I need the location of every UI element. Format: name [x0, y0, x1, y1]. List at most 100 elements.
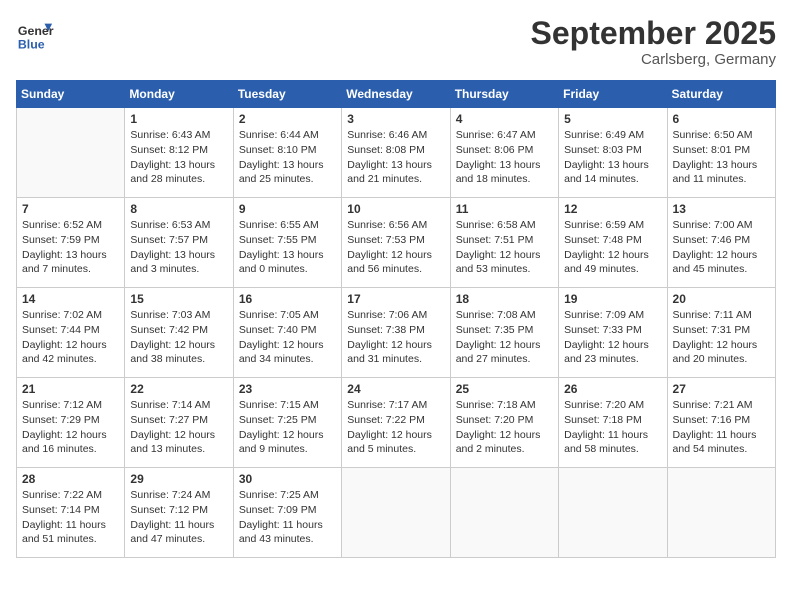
- col-friday: Friday: [559, 81, 667, 108]
- col-wednesday: Wednesday: [342, 81, 450, 108]
- week-row-5: 28 Sunrise: 7:22 AM Sunset: 7:14 PM Dayli…: [17, 468, 776, 558]
- week-row-1: 1 Sunrise: 6:43 AM Sunset: 8:12 PM Daylig…: [17, 108, 776, 198]
- day-number: 17: [347, 292, 444, 306]
- day-number: 27: [673, 382, 770, 396]
- calendar-cell-w1-d2: 2 Sunrise: 6:44 AM Sunset: 8:10 PM Daylig…: [233, 108, 341, 198]
- col-sunday: Sunday: [17, 81, 125, 108]
- calendar-cell-w4-d0: 21Sunrise: 7:12 AM Sunset: 7:29 PM Dayli…: [17, 378, 125, 468]
- day-number: 11: [456, 202, 553, 216]
- day-info: Sunrise: 6:47 AM Sunset: 8:06 PM Dayligh…: [456, 128, 553, 187]
- day-info: Sunrise: 7:24 AM Sunset: 7:12 PM Dayligh…: [130, 488, 227, 547]
- day-number: 1: [130, 112, 227, 126]
- calendar-cell-w2-d3: 10 Sunrise: 6:56 AM Sunset: 7:53 PM Dayli…: [342, 198, 450, 288]
- day-number: 16: [239, 292, 336, 306]
- calendar-cell-w4-d5: 26 Sunrise: 7:20 AM Sunset: 7:18 PM Dayli…: [559, 378, 667, 468]
- calendar-cell-w1-d4: 4 Sunrise: 6:47 AM Sunset: 8:06 PM Daylig…: [450, 108, 558, 198]
- calendar-cell-w3-d2: 16 Sunrise: 7:05 AM Sunset: 7:40 PM Dayli…: [233, 288, 341, 378]
- calendar-cell-w3-d5: 19 Sunrise: 7:09 AM Sunset: 7:33 PM Dayli…: [559, 288, 667, 378]
- day-info: Sunrise: 6:44 AM Sunset: 8:10 PM Dayligh…: [239, 128, 336, 187]
- calendar-cell-w2-d1: 8 Sunrise: 6:53 AM Sunset: 7:57 PM Daylig…: [125, 198, 233, 288]
- day-number: 8: [130, 202, 227, 216]
- month-title: September 2025: [531, 16, 776, 51]
- day-number: 14: [22, 292, 119, 306]
- day-info: Sunrise: 7:15 AM Sunset: 7:25 PM Dayligh…: [239, 398, 336, 457]
- day-info: Sunrise: 7:14 AM Sunset: 7:27 PM Dayligh…: [130, 398, 227, 457]
- day-number: 3: [347, 112, 444, 126]
- day-number: 22: [130, 382, 227, 396]
- calendar-cell-w2-d5: 12Sunrise: 6:59 AM Sunset: 7:48 PM Dayli…: [559, 198, 667, 288]
- day-number: 4: [456, 112, 553, 126]
- calendar-cell-w5-d3: [342, 468, 450, 558]
- day-info: Sunrise: 6:49 AM Sunset: 8:03 PM Dayligh…: [564, 128, 661, 187]
- day-info: Sunrise: 6:56 AM Sunset: 7:53 PM Dayligh…: [347, 218, 444, 277]
- day-number: 13: [673, 202, 770, 216]
- calendar-cell-w4-d4: 25Sunrise: 7:18 AM Sunset: 7:20 PM Dayli…: [450, 378, 558, 468]
- day-number: 9: [239, 202, 336, 216]
- day-number: 6: [673, 112, 770, 126]
- day-number: 30: [239, 472, 336, 486]
- calendar-cell-w3-d6: 20Sunrise: 7:11 AM Sunset: 7:31 PM Dayli…: [667, 288, 775, 378]
- day-info: Sunrise: 7:25 AM Sunset: 7:09 PM Dayligh…: [239, 488, 336, 547]
- day-number: 28: [22, 472, 119, 486]
- col-tuesday: Tuesday: [233, 81, 341, 108]
- calendar-cell-w5-d1: 29 Sunrise: 7:24 AM Sunset: 7:12 PM Dayli…: [125, 468, 233, 558]
- day-info: Sunrise: 7:21 AM Sunset: 7:16 PM Dayligh…: [673, 398, 770, 457]
- week-row-4: 21Sunrise: 7:12 AM Sunset: 7:29 PM Dayli…: [17, 378, 776, 468]
- calendar-header-row: Sunday Monday Tuesday Wednesday Thursday…: [17, 81, 776, 108]
- logo: General Blue: [16, 16, 58, 54]
- day-info: Sunrise: 6:52 AM Sunset: 7:59 PM Dayligh…: [22, 218, 119, 277]
- day-number: 7: [22, 202, 119, 216]
- calendar-cell-w2-d6: 13 Sunrise: 7:00 AM Sunset: 7:46 PM Dayli…: [667, 198, 775, 288]
- calendar-cell-w1-d5: 5 Sunrise: 6:49 AM Sunset: 8:03 PM Daylig…: [559, 108, 667, 198]
- day-info: Sunrise: 6:55 AM Sunset: 7:55 PM Dayligh…: [239, 218, 336, 277]
- calendar-cell-w2-d2: 9 Sunrise: 6:55 AM Sunset: 7:55 PM Daylig…: [233, 198, 341, 288]
- calendar-table: Sunday Monday Tuesday Wednesday Thursday…: [16, 80, 776, 558]
- week-row-2: 7 Sunrise: 6:52 AM Sunset: 7:59 PM Daylig…: [17, 198, 776, 288]
- day-info: Sunrise: 7:02 AM Sunset: 7:44 PM Dayligh…: [22, 308, 119, 367]
- calendar-cell-w2-d0: 7 Sunrise: 6:52 AM Sunset: 7:59 PM Daylig…: [17, 198, 125, 288]
- calendar-cell-w1-d6: 6Sunrise: 6:50 AM Sunset: 8:01 PM Daylig…: [667, 108, 775, 198]
- day-number: 24: [347, 382, 444, 396]
- calendar-cell-w4-d1: 22 Sunrise: 7:14 AM Sunset: 7:27 PM Dayli…: [125, 378, 233, 468]
- day-number: 5: [564, 112, 661, 126]
- day-info: Sunrise: 7:20 AM Sunset: 7:18 PM Dayligh…: [564, 398, 661, 457]
- day-info: Sunrise: 6:53 AM Sunset: 7:57 PM Dayligh…: [130, 218, 227, 277]
- calendar-cell-w5-d6: [667, 468, 775, 558]
- day-info: Sunrise: 7:06 AM Sunset: 7:38 PM Dayligh…: [347, 308, 444, 367]
- day-info: Sunrise: 6:59 AM Sunset: 7:48 PM Dayligh…: [564, 218, 661, 277]
- day-info: Sunrise: 7:09 AM Sunset: 7:33 PM Dayligh…: [564, 308, 661, 367]
- day-number: 10: [347, 202, 444, 216]
- day-number: 18: [456, 292, 553, 306]
- day-number: 25: [456, 382, 553, 396]
- day-info: Sunrise: 7:00 AM Sunset: 7:46 PM Dayligh…: [673, 218, 770, 277]
- day-info: Sunrise: 7:05 AM Sunset: 7:40 PM Dayligh…: [239, 308, 336, 367]
- col-thursday: Thursday: [450, 81, 558, 108]
- calendar-cell-w4-d3: 24Sunrise: 7:17 AM Sunset: 7:22 PM Dayli…: [342, 378, 450, 468]
- calendar-cell-w3-d0: 14 Sunrise: 7:02 AM Sunset: 7:44 PM Dayli…: [17, 288, 125, 378]
- calendar-cell-w3-d1: 15 Sunrise: 7:03 AM Sunset: 7:42 PM Dayli…: [125, 288, 233, 378]
- calendar-cell-w4-d2: 23Sunrise: 7:15 AM Sunset: 7:25 PM Dayli…: [233, 378, 341, 468]
- day-info: Sunrise: 7:03 AM Sunset: 7:42 PM Dayligh…: [130, 308, 227, 367]
- day-info: Sunrise: 7:22 AM Sunset: 7:14 PM Dayligh…: [22, 488, 119, 547]
- day-number: 29: [130, 472, 227, 486]
- col-monday: Monday: [125, 81, 233, 108]
- day-number: 15: [130, 292, 227, 306]
- week-row-3: 14 Sunrise: 7:02 AM Sunset: 7:44 PM Dayli…: [17, 288, 776, 378]
- title-block: September 2025 Carlsberg, Germany: [531, 16, 776, 68]
- day-info: Sunrise: 7:12 AM Sunset: 7:29 PM Dayligh…: [22, 398, 119, 457]
- col-saturday: Saturday: [667, 81, 775, 108]
- calendar-cell-w2-d4: 11 Sunrise: 6:58 AM Sunset: 7:51 PM Dayli…: [450, 198, 558, 288]
- day-info: Sunrise: 7:11 AM Sunset: 7:31 PM Dayligh…: [673, 308, 770, 367]
- calendar-cell-w5-d4: [450, 468, 558, 558]
- day-info: Sunrise: 6:43 AM Sunset: 8:12 PM Dayligh…: [130, 128, 227, 187]
- calendar-cell-w5-d0: 28 Sunrise: 7:22 AM Sunset: 7:14 PM Dayli…: [17, 468, 125, 558]
- calendar-cell-w1-d3: 3Sunrise: 6:46 AM Sunset: 8:08 PM Daylig…: [342, 108, 450, 198]
- calendar-cell-w3-d3: 17 Sunrise: 7:06 AM Sunset: 7:38 PM Dayli…: [342, 288, 450, 378]
- page-header: General Blue September 2025 Carlsberg, G…: [16, 16, 776, 68]
- calendar-cell-w5-d5: [559, 468, 667, 558]
- day-info: Sunrise: 6:58 AM Sunset: 7:51 PM Dayligh…: [456, 218, 553, 277]
- day-number: 26: [564, 382, 661, 396]
- day-number: 19: [564, 292, 661, 306]
- day-info: Sunrise: 7:08 AM Sunset: 7:35 PM Dayligh…: [456, 308, 553, 367]
- day-number: 2: [239, 112, 336, 126]
